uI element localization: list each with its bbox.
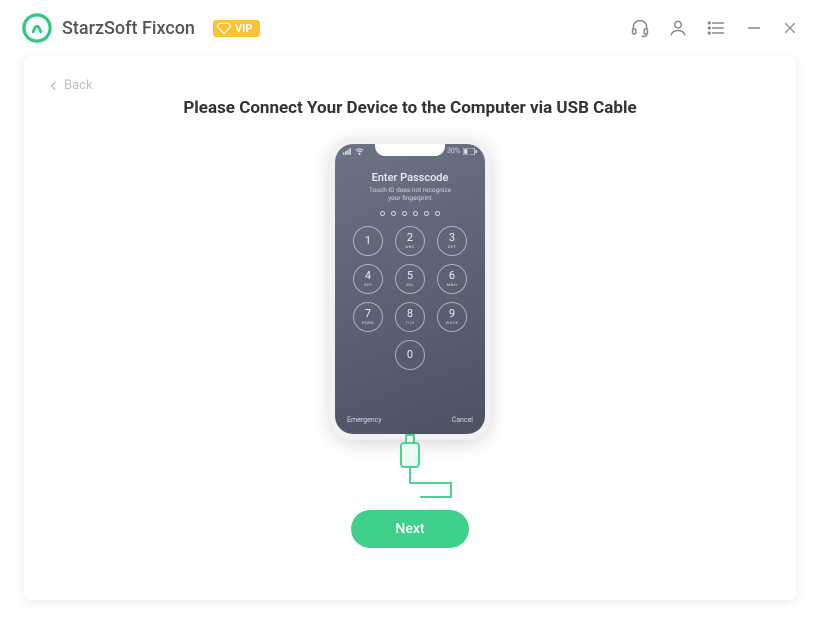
key-3: 3DEF: [437, 226, 467, 256]
keypad: 1 2ABC 3DEF 4GHI 5JKL 6MNO 7PQRS 8TUV 9W…: [353, 226, 467, 370]
passcode-bottom-row: Emergency Cancel: [335, 416, 485, 424]
passcode-dots: [380, 211, 440, 216]
menu-icon[interactable]: [706, 18, 726, 38]
cancel-label: Cancel: [452, 416, 473, 424]
page-heading: Please Connect Your Device to the Comput…: [183, 98, 636, 118]
key-5: 5JKL: [395, 264, 425, 294]
content-panel: Back Please Connect Your Device to the C…: [24, 56, 796, 600]
key-9: 9WXYZ: [437, 302, 467, 332]
usb-plug-tip: [405, 434, 415, 442]
user-icon[interactable]: [668, 18, 688, 38]
close-icon[interactable]: [782, 18, 798, 38]
chevron-left-icon: [48, 80, 60, 92]
key-1: 1: [353, 226, 383, 256]
headset-icon[interactable]: [630, 18, 650, 38]
app-title: StarzSoft Fixcon: [62, 18, 195, 39]
vip-badge: VIP: [213, 20, 261, 37]
vip-label: VIP: [235, 22, 253, 35]
key-4: 4GHI: [353, 264, 383, 294]
phone-screen: 30% Enter Passcode Touch ID does not rec…: [335, 144, 485, 434]
key-7: 7PQRS: [353, 302, 383, 332]
device-illustration: 30% Enter Passcode Touch ID does not rec…: [329, 138, 491, 548]
wifi-icon: [355, 148, 364, 155]
key-2: 2ABC: [395, 226, 425, 256]
passcode-subtitle: Touch ID does not recognize your fingerp…: [369, 186, 451, 203]
logo-area: StarzSoft Fixcon VIP: [22, 13, 260, 43]
usb-cable-illustration: [350, 438, 470, 508]
key-0: 0: [395, 340, 425, 370]
app-window: StarzSoft Fixcon VIP: [0, 0, 820, 624]
phone-notch: [375, 144, 445, 156]
app-logo-icon: [22, 13, 52, 43]
key-6: 6MNO: [437, 264, 467, 294]
back-button[interactable]: Back: [48, 78, 93, 93]
key-8: 8TUV: [395, 302, 425, 332]
battery-icon: [463, 148, 477, 155]
usb-plug-body: [400, 442, 420, 468]
emergency-label: Emergency: [347, 416, 382, 424]
next-button[interactable]: Next: [351, 510, 469, 548]
minimize-icon[interactable]: [744, 18, 764, 38]
battery-percent: 30%: [447, 147, 460, 155]
titlebar: StarzSoft Fixcon VIP: [0, 0, 820, 56]
passcode-title: Enter Passcode: [372, 171, 449, 184]
back-label: Back: [64, 78, 93, 93]
phone-shell: 30% Enter Passcode Touch ID does not rec…: [329, 138, 491, 440]
titlebar-actions: [630, 18, 798, 38]
diamond-icon: [217, 22, 231, 34]
signal-icon: [343, 148, 353, 155]
